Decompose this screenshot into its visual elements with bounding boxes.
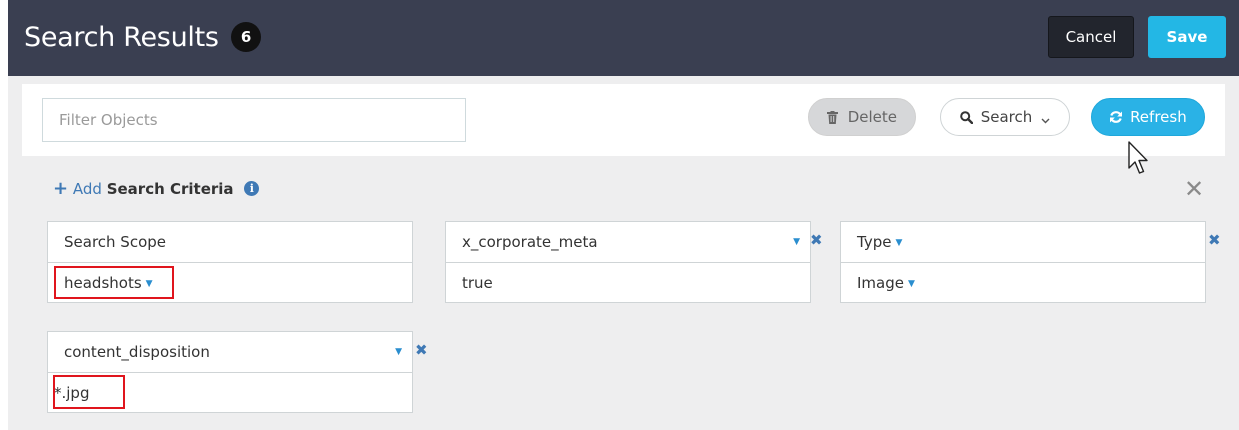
delete-label: Delete [847,108,898,126]
remove-icon[interactable]: ✖ [1208,231,1221,249]
caret-down-icon: ▼ [895,238,903,248]
caret-down-icon: ▼ [793,237,800,247]
app-frame: Search Results 6 Cancel Save Delete Sear… [8,0,1239,430]
criteria-card-x-corporate-meta: x_corporate_meta ▼ true [445,221,811,303]
remove-icon[interactable]: ✖ [810,231,823,249]
close-icon[interactable]: ✕ [1184,175,1204,203]
criteria-value[interactable]: true [446,263,810,304]
caret-down-icon: ▼ [907,279,915,289]
criteria-field-label: Search Scope [64,233,166,251]
criteria-card-type: Type ▼ Image ▼ [840,221,1206,303]
plus-icon: + [53,178,69,199]
page-title-text: Search Results [24,22,219,53]
cancel-button[interactable]: Cancel [1048,16,1134,58]
results-count-badge: 6 [230,22,261,52]
criteria-field-dropdown[interactable]: x_corporate_meta ▼ [446,222,810,263]
criteria-value-dropdown[interactable]: Image ▼ [841,263,1205,304]
trash-icon [826,108,843,126]
highlight-box [54,266,174,299]
page-title: Search Results 6 [24,22,261,53]
refresh-icon [1109,108,1128,126]
search-label: Search [980,108,1033,126]
criteria-field-dropdown[interactable]: Type ▼ [841,222,1205,263]
add-link[interactable]: Add [73,180,102,198]
criteria-value-label: true [462,274,493,292]
criteria-field-label: x_corporate_meta [462,233,598,251]
mouse-cursor-icon [1128,141,1150,181]
add-search-criteria[interactable]: + Add Search Criteria i [53,178,260,199]
page-header: Search Results 6 Cancel Save [8,0,1239,76]
criteria-field: Search Scope [48,222,412,263]
save-button[interactable]: Save [1148,16,1226,58]
search-icon [960,108,978,126]
chevron-down-icon [1041,108,1050,126]
delete-button[interactable]: Delete [808,98,916,136]
toolbar: Delete Search Refresh [22,84,1225,156]
criteria-field-label: content_disposition [64,343,210,361]
criteria-value-label: Image [857,274,904,292]
search-criteria-label: Search Criteria [106,180,234,198]
filter-objects-input[interactable] [42,98,466,142]
highlight-box [53,375,125,409]
search-dropdown-button[interactable]: Search [940,98,1070,136]
criteria-field-label: Type [857,233,892,251]
criteria-field-dropdown[interactable]: content_disposition ▼ [48,332,412,373]
refresh-label: Refresh [1130,108,1187,126]
remove-icon[interactable]: ✖ [415,341,428,359]
info-icon[interactable]: i [244,181,260,196]
refresh-button[interactable]: Refresh [1091,98,1205,136]
caret-down-icon: ▼ [395,347,402,357]
